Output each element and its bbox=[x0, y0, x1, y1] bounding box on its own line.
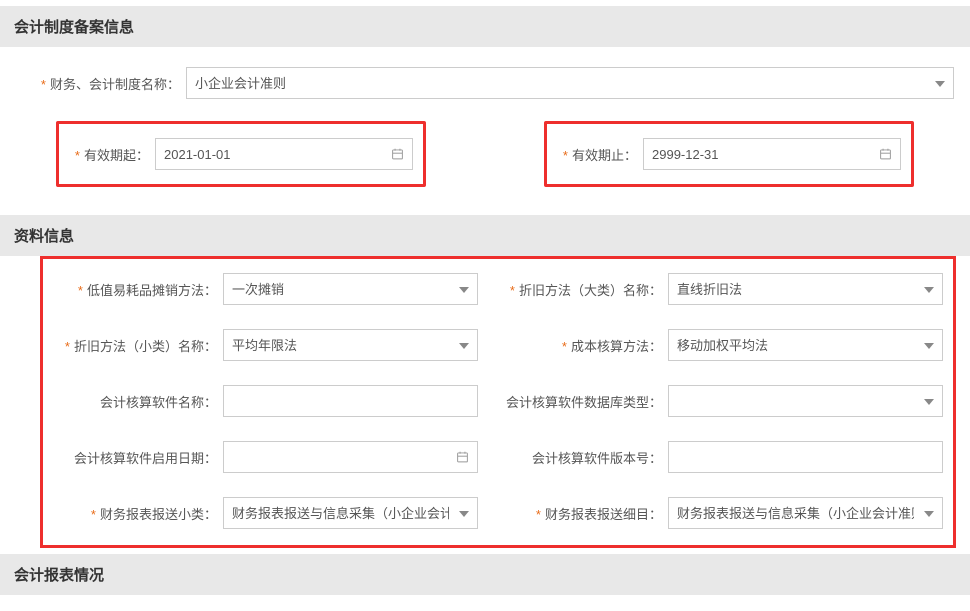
label-end-date: *有效期止： bbox=[557, 145, 643, 164]
section-header-report-status: 会计报表情况 bbox=[0, 554, 970, 595]
required-asterisk: * bbox=[75, 148, 80, 163]
input-acct-software-name[interactable] bbox=[223, 385, 478, 417]
label-low-value-method: *低值易耗品摊销方法： bbox=[53, 280, 223, 299]
highlight-start-date: *有效期起： bbox=[56, 121, 426, 187]
section-header-filing: 会计制度备案信息 bbox=[0, 6, 970, 47]
label-cost-method: *成本核算方法： bbox=[498, 336, 668, 355]
highlight-materials: *低值易耗品摊销方法： 一次摊销 *折旧方法（大类）名称： 直线折旧法 *折旧方… bbox=[40, 256, 956, 548]
label-depr-major: *折旧方法（大类）名称： bbox=[498, 280, 668, 299]
input-start-date[interactable] bbox=[155, 138, 413, 170]
section-body-filing: *财务、会计制度名称： 小企业会计准则 *有效期起： bbox=[0, 47, 970, 209]
required-asterisk: * bbox=[41, 77, 46, 92]
select-low-value-method[interactable]: 一次摊销 bbox=[223, 273, 478, 305]
input-acct-software-start-date[interactable] bbox=[223, 441, 478, 473]
select-acct-software-db-type[interactable] bbox=[668, 385, 943, 417]
select-cost-method[interactable]: 移动加权平均法 bbox=[668, 329, 943, 361]
label-report-detail: *财务报表报送细目： bbox=[498, 504, 668, 523]
required-asterisk: * bbox=[562, 339, 567, 354]
required-asterisk: * bbox=[65, 339, 70, 354]
required-asterisk: * bbox=[536, 507, 541, 522]
required-asterisk: * bbox=[91, 507, 96, 522]
label-depr-minor: *折旧方法（小类）名称： bbox=[53, 336, 223, 355]
label-report-sub-cat: *财务报表报送小类： bbox=[53, 504, 223, 523]
input-end-date[interactable] bbox=[643, 138, 901, 170]
label-acct-software-name: 会计核算软件名称： bbox=[53, 392, 223, 411]
select-report-sub-cat[interactable]: 财务报表报送与信息采集（小企业会计准则） bbox=[223, 497, 478, 529]
select-depr-major[interactable]: 直线折旧法 bbox=[668, 273, 943, 305]
label-acct-software-version: 会计核算软件版本号： bbox=[498, 448, 668, 467]
required-asterisk: * bbox=[563, 148, 568, 163]
required-asterisk: * bbox=[78, 283, 83, 298]
label-acct-software-start-date: 会计核算软件启用日期： bbox=[53, 448, 223, 467]
select-accounting-system[interactable]: 小企业会计准则 bbox=[186, 67, 954, 99]
label-start-date: *有效期起： bbox=[69, 145, 155, 164]
label-accounting-system: *财务、会计制度名称： bbox=[16, 74, 186, 93]
select-depr-minor[interactable]: 平均年限法 bbox=[223, 329, 478, 361]
select-report-detail[interactable]: 财务报表报送与信息采集（小企业会计准则） bbox=[668, 497, 943, 529]
highlight-end-date: *有效期止： bbox=[544, 121, 914, 187]
label-acct-software-db-type: 会计核算软件数据库类型： bbox=[498, 392, 668, 411]
input-acct-software-version[interactable] bbox=[668, 441, 943, 473]
required-asterisk: * bbox=[510, 283, 515, 298]
section-header-materials: 资料信息 bbox=[0, 215, 970, 256]
